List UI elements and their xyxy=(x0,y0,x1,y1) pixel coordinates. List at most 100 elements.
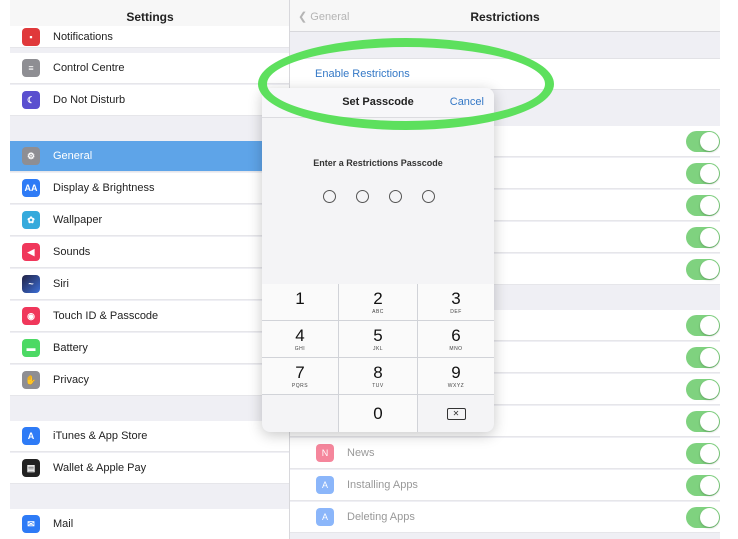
key-letters: JKL xyxy=(372,345,384,352)
key-7[interactable]: 7 PQRS xyxy=(262,358,338,394)
key-0[interactable]: 0 xyxy=(339,395,417,432)
key-letters: WXYZ xyxy=(447,382,465,389)
restrictions-header: ❮ General Restrictions xyxy=(290,0,720,32)
sidebar-item-label: Display & Brightness xyxy=(53,182,155,194)
key-blank xyxy=(262,395,338,432)
toggle-switch[interactable] xyxy=(686,315,720,336)
sidebar-item-control-centre[interactable]: ≡ Control Centre xyxy=(10,53,289,84)
key-digit: 9 xyxy=(451,362,461,382)
key-digit: 6 xyxy=(451,325,461,345)
app-store-icon: A xyxy=(316,476,334,494)
sidebar-item-label: Control Centre xyxy=(53,62,125,74)
sidebar-item-itunes-app-store[interactable]: A iTunes & App Store xyxy=(10,421,289,452)
key-digit: 4 xyxy=(295,325,305,345)
sidebar-item-mail[interactable]: ✉ Mail xyxy=(10,509,289,539)
toggle-switch[interactable] xyxy=(686,411,720,432)
mail-icon: ✉ xyxy=(22,515,40,533)
passcode-dot xyxy=(389,190,402,203)
notifications-icon: ▪ xyxy=(22,27,40,46)
key-digit: 8 xyxy=(373,362,383,382)
toggle-switch[interactable] xyxy=(686,259,720,280)
restriction-row-news: N News xyxy=(290,438,720,469)
enable-restrictions-row[interactable]: Enable Restrictions xyxy=(290,58,720,90)
wallet-icon: ▤ xyxy=(22,459,40,477)
restriction-row-installing-apps: A Installing Apps xyxy=(290,470,720,501)
toggle-switch[interactable] xyxy=(686,443,720,464)
sidebar-item-label: Touch ID & Passcode xyxy=(53,310,159,322)
key-6[interactable]: 6 MNO xyxy=(418,321,494,357)
gear-icon: ⚙ xyxy=(22,147,40,165)
set-passcode-dialog: Set Passcode Cancel Enter a Restrictions… xyxy=(262,88,494,432)
sidebar-item-privacy[interactable]: ✋ Privacy xyxy=(10,365,289,396)
sidebar-item-label: iTunes & App Store xyxy=(53,430,148,442)
toggle-switch[interactable] xyxy=(686,163,720,184)
number-keypad: 1 2 ABC 3 DEF 4 GHI 5 JKL 6 MNO 7 PQRS 8 xyxy=(262,284,494,432)
key-digit: 0 xyxy=(373,404,383,423)
restriction-row-deleting-apps: A Deleting Apps xyxy=(290,502,720,533)
sidebar-item-label: Mail xyxy=(53,518,74,530)
key-letters: GHI xyxy=(294,345,306,352)
key-digit: 7 xyxy=(295,362,305,382)
enable-restrictions-label: Enable Restrictions xyxy=(315,68,410,80)
sidebar-item-touch-id-passcode[interactable]: ◉ Touch ID & Passcode xyxy=(10,301,289,332)
hand-icon: ✋ xyxy=(22,371,40,389)
key-letters: PQRS xyxy=(291,382,309,389)
sidebar-item-label: Wallpaper xyxy=(53,214,103,226)
sidebar-item-battery[interactable]: ▬ Battery xyxy=(10,333,289,364)
control-centre-icon: ≡ xyxy=(22,59,40,77)
news-icon: N xyxy=(316,444,334,462)
key-8[interactable]: 8 TUV xyxy=(339,358,417,394)
key-digit: 5 xyxy=(373,325,383,345)
passcode-dot xyxy=(323,190,336,203)
key-letters: DEF xyxy=(450,308,462,315)
key-digit: 1 xyxy=(295,288,305,308)
sidebar-item-label: Privacy xyxy=(53,374,90,386)
sidebar-item-label: Sounds xyxy=(53,246,91,258)
key-4[interactable]: 4 GHI xyxy=(262,321,338,357)
sidebar-item-notifications[interactable]: ▪ Notifications xyxy=(10,26,289,48)
passcode-dots xyxy=(323,190,435,203)
toggle-switch[interactable] xyxy=(686,475,720,496)
key-letters: ABC xyxy=(372,308,384,315)
key-5[interactable]: 5 JKL xyxy=(339,321,417,357)
speaker-icon: ◀ xyxy=(22,243,40,261)
passcode-dot xyxy=(422,190,435,203)
toggle-switch[interactable] xyxy=(686,227,720,248)
toggle-switch[interactable] xyxy=(686,131,720,152)
backspace-icon: ✕ xyxy=(446,407,466,420)
toggle-switch[interactable] xyxy=(686,379,720,400)
display-icon: AA xyxy=(22,179,40,197)
passcode-dot xyxy=(356,190,369,203)
restriction-label: News xyxy=(347,447,375,459)
moon-icon: ☾ xyxy=(22,91,40,109)
key-9[interactable]: 9 WXYZ xyxy=(418,358,494,394)
key-3[interactable]: 3 DEF xyxy=(418,284,494,320)
sidebar-item-sounds[interactable]: ◀ Sounds xyxy=(10,237,289,268)
sidebar-item-label: Battery xyxy=(53,342,88,354)
fingerprint-icon: ◉ xyxy=(22,307,40,325)
dialog-header: Set Passcode Cancel xyxy=(262,88,494,118)
app-store-icon: A xyxy=(316,508,334,526)
sidebar-item-wallpaper[interactable]: ✿ Wallpaper xyxy=(10,205,289,236)
sidebar-item-label: Do Not Disturb xyxy=(53,94,126,106)
sidebar-item-siri[interactable]: ~ Siri xyxy=(10,269,289,300)
app-store-icon: A xyxy=(22,427,40,445)
key-1[interactable]: 1 xyxy=(262,284,338,320)
restriction-label: Deleting Apps xyxy=(347,511,415,523)
sidebar-item-general[interactable]: ⚙ General xyxy=(10,141,289,172)
toggle-switch[interactable] xyxy=(686,195,720,216)
key-letters: MNO xyxy=(449,345,463,352)
sidebar-item-do-not-disturb[interactable]: ☾ Do Not Disturb xyxy=(10,85,289,116)
cancel-button[interactable]: Cancel xyxy=(450,96,484,108)
sidebar-item-wallet-apple-pay[interactable]: ▤ Wallet & Apple Pay xyxy=(10,453,289,484)
sidebar-item-display-brightness[interactable]: AA Display & Brightness xyxy=(10,173,289,204)
key-2[interactable]: 2 ABC xyxy=(339,284,417,320)
toggle-switch[interactable] xyxy=(686,347,720,368)
battery-icon: ▬ xyxy=(22,339,40,357)
restriction-label: Installing Apps xyxy=(347,479,418,491)
key-letters: TUV xyxy=(372,382,384,389)
key-digit: 3 xyxy=(451,288,461,308)
delete-key[interactable]: ✕ xyxy=(418,395,494,432)
siri-icon: ~ xyxy=(22,275,40,293)
toggle-switch[interactable] xyxy=(686,507,720,528)
